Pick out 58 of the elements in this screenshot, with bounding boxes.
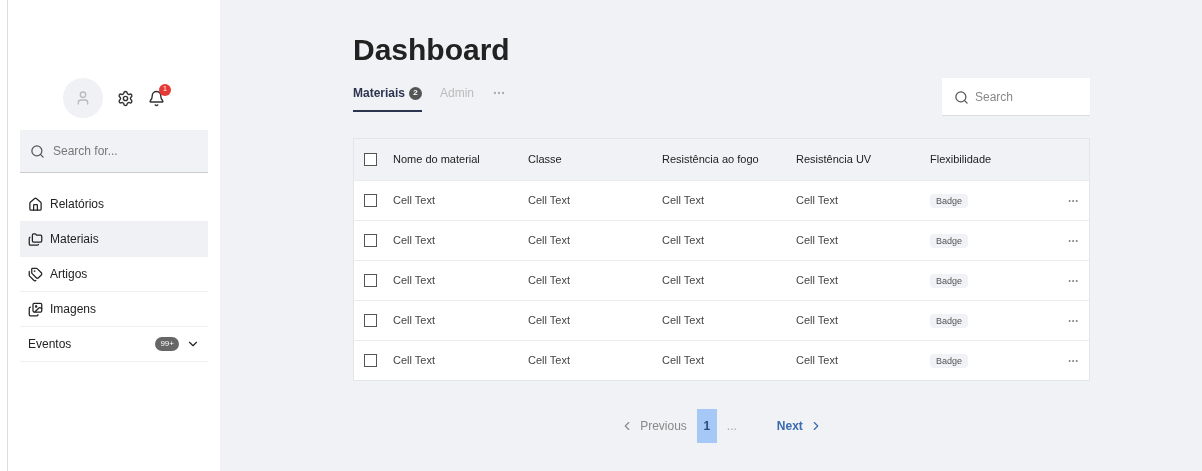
checkbox[interactable]: [364, 354, 377, 367]
table-cell-text: Cell Text: [662, 233, 705, 249]
table-cell-text: Cell Text: [393, 353, 436, 369]
home-icon: [28, 196, 43, 212]
page-title: Dashboard: [353, 32, 510, 68]
table-cell-text: Cell Text: [662, 313, 705, 329]
table-cell-text: Cell Text: [393, 313, 436, 329]
status-badge: Badge: [930, 194, 969, 209]
table-cell-text: Cell Text: [528, 273, 571, 289]
table-cell-text: Cell Text: [796, 193, 839, 209]
tab[interactable]: Materiais 2: [353, 84, 423, 112]
table-cell-text: Cell Text: [528, 233, 571, 249]
table-cell-text: Cell Text: [528, 353, 571, 369]
table-cell-text: Cell Text: [796, 233, 839, 249]
nav-item[interactable]: Imagens: [20, 292, 208, 327]
images-icon: [28, 301, 43, 317]
nav-item[interactable]: Materiais: [20, 222, 208, 257]
folder-icon: [28, 231, 43, 247]
table-cell-text: Cell Text: [662, 353, 705, 369]
search-icon: [954, 90, 969, 105]
column-header: Flexibilidade: [930, 152, 993, 168]
table-cell-text: Cell Text: [662, 193, 705, 209]
table-cell-text: Cell Text: [662, 273, 705, 289]
user-icon: [75, 90, 91, 106]
table-cell-text: Cell Text: [796, 273, 839, 289]
status-badge: Badge: [930, 274, 969, 289]
column-header: Nome do material: [393, 152, 481, 168]
count-badge: 99+: [155, 337, 179, 351]
table-cell-text: Cell Text: [796, 313, 839, 329]
search-field[interactable]: Search: [942, 78, 1090, 116]
ellipsis: ...: [726, 418, 738, 435]
status-badge: Badge: [930, 314, 969, 329]
table-cell-text: Cell Text: [796, 353, 839, 369]
table-cell-text: Cell Text: [528, 193, 571, 209]
bell-icon[interactable]: [148, 89, 165, 107]
settings-icon[interactable]: [117, 89, 134, 107]
page-button[interactable]: 1: [696, 409, 717, 443]
checkbox[interactable]: [364, 194, 377, 207]
status-badge: Badge: [930, 234, 969, 249]
nav-item[interactable]: Artigos: [20, 257, 208, 292]
table-cell-text: Cell Text: [393, 233, 436, 249]
table-cell-text: Cell Text: [528, 313, 571, 329]
checkbox[interactable]: [364, 234, 377, 247]
tag-icon: [28, 266, 43, 282]
column-header: Resistência ao fogo: [662, 152, 760, 168]
search-field[interactable]: Search for...: [20, 130, 208, 173]
column-header: Classe: [528, 152, 563, 168]
checkbox[interactable]: [364, 314, 377, 327]
checkbox[interactable]: [364, 153, 377, 166]
nav-item[interactable]: Eventos 99+: [20, 327, 208, 362]
next-button[interactable]: Next: [776, 417, 823, 435]
checkbox[interactable]: [364, 274, 377, 287]
count-badge: 2: [409, 86, 423, 100]
column-header: Resistência UV: [796, 152, 873, 168]
table-cell-text: Cell Text: [393, 273, 436, 289]
search-icon: [30, 144, 45, 159]
table-cell-text: Cell Text: [393, 193, 436, 209]
status-badge: Badge: [930, 354, 969, 369]
